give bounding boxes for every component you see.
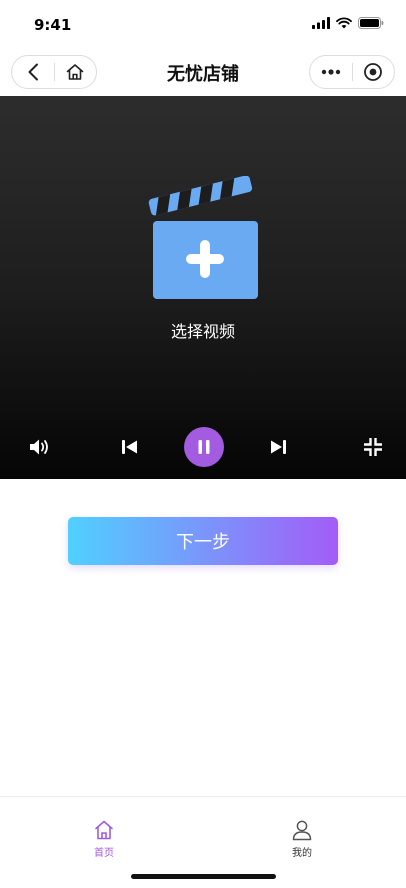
pause-button[interactable] <box>184 427 224 467</box>
volume-button[interactable] <box>26 427 54 467</box>
close-button[interactable] <box>352 56 394 88</box>
target-close-icon <box>364 63 383 81</box>
person-icon <box>292 820 312 841</box>
home-icon <box>95 820 113 840</box>
tab-mine-label: 我的 <box>292 848 312 859</box>
next-step-button[interactable]: 下一步 <box>68 517 338 565</box>
wifi-icon <box>336 17 352 29</box>
select-video-label: 选择视频 <box>170 322 235 341</box>
select-video-button[interactable] <box>147 175 263 301</box>
player-controls <box>0 427 406 467</box>
volume-icon <box>30 439 48 455</box>
status-icons <box>312 17 384 29</box>
more-dots-icon <box>321 69 340 75</box>
pause-icon <box>198 440 210 454</box>
nav-capsule-right <box>309 55 395 89</box>
clapperboard-add-icon <box>148 175 258 299</box>
battery-icon <box>358 17 384 29</box>
exit-fullscreen-button[interactable] <box>359 427 387 467</box>
skip-next-icon <box>271 440 286 454</box>
previous-button[interactable] <box>116 427 144 467</box>
status-bar: 9:41 <box>0 0 406 50</box>
pause-circle <box>184 427 224 467</box>
home-indicator <box>131 874 276 879</box>
skip-previous-icon <box>122 440 137 454</box>
next-track-button[interactable] <box>264 427 292 467</box>
tab-home-label: 首页 <box>94 848 114 859</box>
tab-home[interactable]: 首页 <box>74 819 134 859</box>
more-button[interactable] <box>310 56 352 88</box>
exit-fullscreen-icon <box>364 438 382 456</box>
signal-icon <box>312 17 330 29</box>
status-time: 9:41 <box>34 16 72 34</box>
tab-mine[interactable]: 我的 <box>272 819 332 859</box>
video-player: 选择视频 <box>0 96 406 479</box>
nav-bar: 无忧店铺 <box>0 52 406 92</box>
